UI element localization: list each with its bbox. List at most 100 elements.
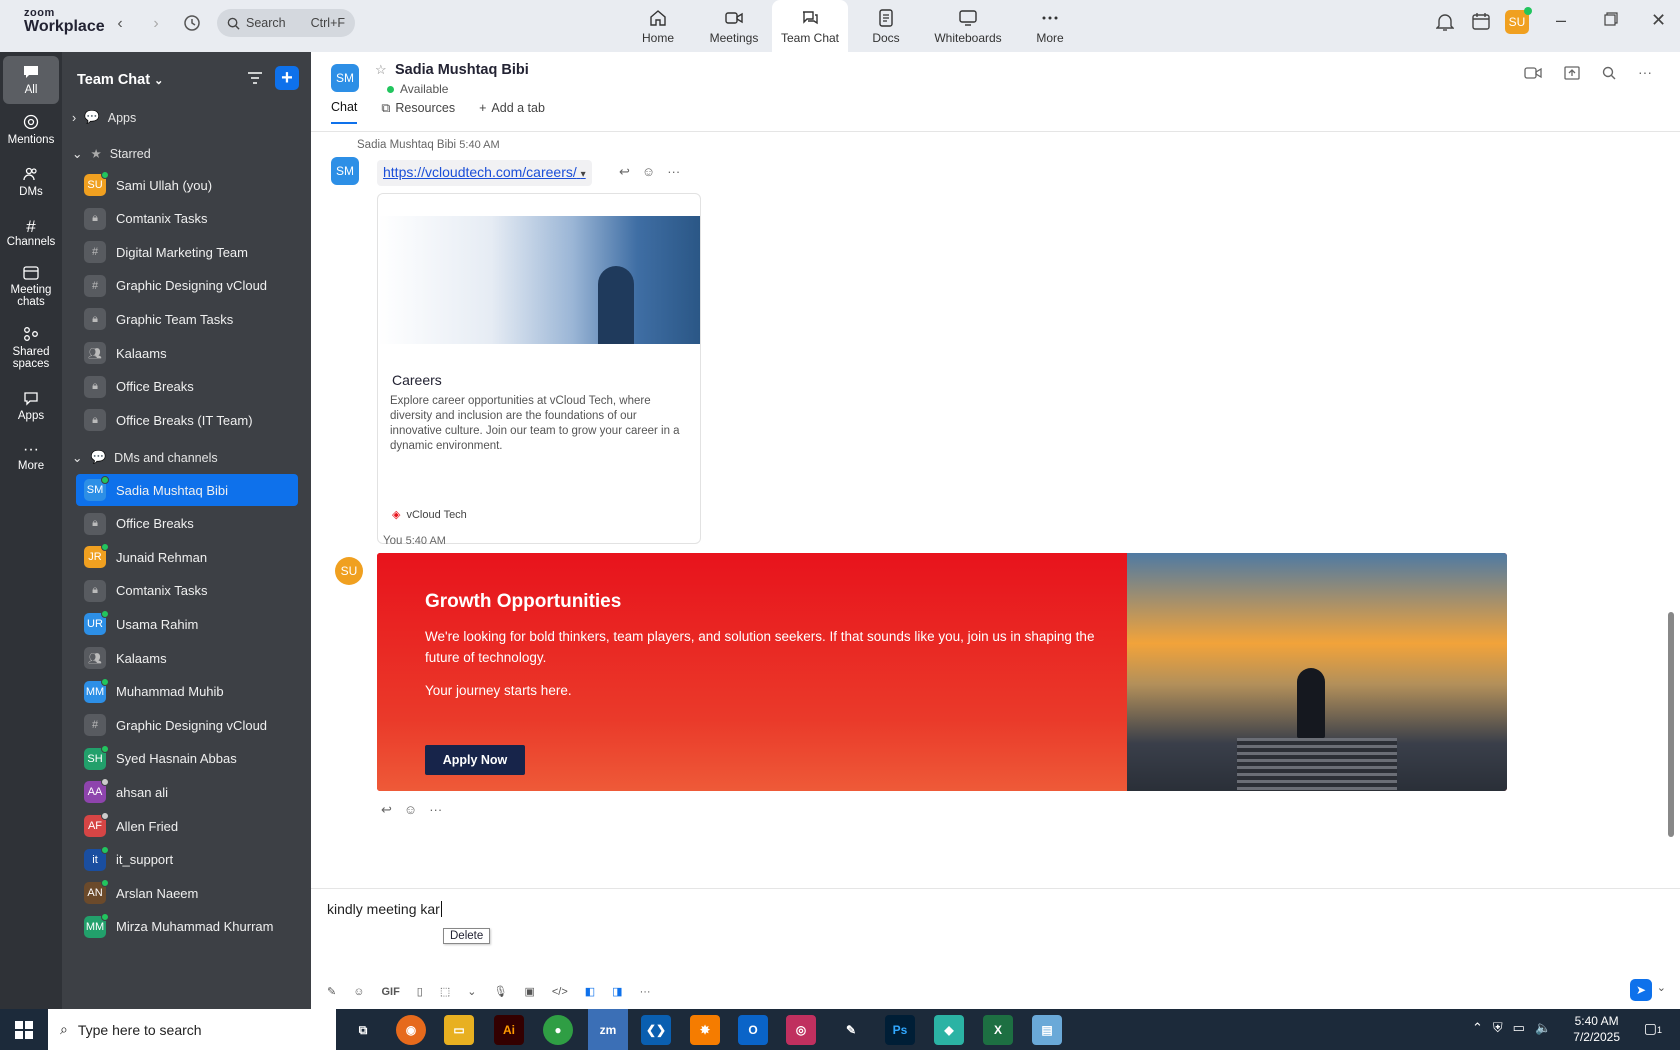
star-icon[interactable]: ☆ [375,62,387,78]
file-explorer-icon[interactable]: ▭ [444,1015,474,1045]
nav-more[interactable]: More [1012,0,1088,52]
sidebar-item[interactable]: 🔒︎ Graphic Team Tasks [76,303,298,335]
section-dms-channels[interactable]: ⌄ 💬 DMs and channels [72,450,218,465]
minimize-button[interactable]: – [1556,10,1566,31]
rail-more[interactable]: ··· More [1,432,61,484]
nav-docs[interactable]: Docs [848,0,924,52]
taskbar-clock[interactable]: 5:40 AM 7/2/2025 [1573,1013,1620,1045]
rail-shared-spaces[interactable]: Shared spaces [1,322,61,374]
new-chat-button[interactable]: + [275,66,299,90]
sidebar-item[interactable]: MM Muhammad Muhib [76,676,298,708]
sidebar-item[interactable]: 🔒︎ Office Breaks (IT Team) [76,404,298,436]
nav-home[interactable]: Home [620,0,696,52]
reply-icon[interactable]: ↩ [381,802,392,818]
rail-dms[interactable]: DMs [1,156,61,208]
video-call-icon[interactable] [1524,66,1542,80]
send-button[interactable]: ➤ [1630,979,1652,1001]
composer-input[interactable]: kindly meeting kar [327,901,442,917]
screenshot-icon[interactable]: ⬚ [440,985,450,998]
taskbar-search[interactable]: ⌕ Type here to search [48,1009,336,1050]
tab-resources[interactable]: ⧉ Resources [381,100,455,124]
whiteboard-icon[interactable]: ◨ [612,985,622,998]
filter-icon[interactable] [247,71,263,85]
photoshop-icon[interactable]: Ps [885,1015,915,1045]
notepad-icon[interactable]: ▤ [1032,1015,1062,1045]
emoji-icon[interactable]: ☺ [642,164,655,180]
sidebar-header[interactable]: Team Chat ⌄ [77,72,163,88]
security-icon[interactable]: ⛨ [1493,1020,1503,1036]
sidebar-item[interactable]: MM Mirza Muhammad Khurram [76,911,298,943]
tab-chat[interactable]: Chat [331,100,358,124]
more-icon[interactable]: ··· [667,164,680,180]
nav-meetings[interactable]: Meetings [696,0,772,52]
chevron-down-icon[interactable]: ⌄ [467,985,476,998]
excel-icon[interactable]: X [983,1015,1013,1045]
rail-channels[interactable]: # Channels [1,208,61,260]
sidebar-item[interactable]: SM Sadia Mushtaq Bibi [76,474,298,506]
caret-down-icon[interactable]: ▾ [581,169,586,180]
sidebar-item[interactable]: 🔒︎ Office Breaks [76,508,298,540]
user-avatar[interactable]: SU [1505,7,1532,34]
back-arrow-icon[interactable]: ‹ [110,14,130,34]
link-text[interactable]: https://vcloudtech.com/careers/ [383,164,577,180]
gif-button[interactable]: GIF [381,986,399,998]
search-bar[interactable]: Search Ctrl+F [217,9,355,37]
volume-icon[interactable]: 🔈 [1535,1020,1551,1036]
chrome-icon[interactable]: ● [543,1015,573,1045]
firefox-icon[interactable]: ◉ [396,1015,426,1045]
sidebar-item[interactable]: 👥︎ Kalaams [76,642,298,674]
sidebar-item[interactable]: AN Arslan Naeem [76,877,298,909]
sender-name[interactable]: Sadia Mushtaq Bibi [357,139,456,151]
sidebar-item[interactable]: AA ahsan ali [76,776,298,808]
close-button[interactable]: ✕ [1651,10,1666,31]
microphone-icon[interactable]: 🎙 [493,985,507,998]
sidebar-item[interactable]: 👥︎ Kalaams [76,337,298,369]
rail-meeting-chats[interactable]: Meeting chats [1,260,61,312]
message-composer[interactable]: kindly meeting kar Delete ✎ ☺ GIF ▯ ⬚ ⌄ … [311,888,1680,1009]
send-options-icon[interactable]: ⌄ [1657,981,1666,994]
link-preview-card[interactable]: Careers Explore career opportunities at … [377,193,701,544]
sidebar-item[interactable]: # Graphic Designing vCloud [76,270,298,302]
more-options-icon[interactable]: ··· [1638,65,1652,80]
zoom-app-icon[interactable]: zm [588,1009,628,1050]
contact-name[interactable]: Sadia Mushtaq Bibi [395,62,529,78]
history-icon[interactable] [182,14,202,34]
scrollbar[interactable] [1668,612,1674,837]
search-icon[interactable] [1602,66,1616,80]
app-icon[interactable]: ◆ [934,1015,964,1045]
section-apps[interactable]: › 💬 Apps [72,110,136,125]
reply-icon[interactable]: ↩ [619,164,630,180]
rail-all[interactable]: All [3,56,59,104]
task-view-icon[interactable]: ⧉ [348,1015,378,1045]
outlook-icon[interactable]: O [738,1015,768,1045]
emoji-icon[interactable]: ☺ [353,986,364,998]
nav-whiteboards[interactable]: Whiteboards [924,0,1012,52]
sidebar-item[interactable]: JR Junaid Rehman [76,541,298,573]
nav-team-chat[interactable]: Team Chat [772,0,848,52]
sender-avatar[interactable]: SM [331,157,359,185]
sender-name[interactable]: You [383,535,402,547]
image-attachment[interactable]: Growth Opportunities We're looking for b… [377,553,1507,791]
maximize-button[interactable] [1604,12,1618,29]
network-icon[interactable]: ▭ [1513,1020,1525,1036]
file-icon[interactable]: ▯ [417,985,423,998]
rail-mentions[interactable]: Mentions [1,104,61,156]
chevron-up-icon[interactable]: ⌃ [1472,1020,1483,1036]
forward-arrow-icon[interactable]: › [146,14,166,34]
sidebar-item[interactable]: SH Syed Hasnain Abbas [76,743,298,775]
share-screen-icon[interactable] [1564,66,1580,80]
more-icon[interactable]: ··· [640,986,651,998]
tab-add[interactable]: + Add a tab [479,100,545,124]
message-link[interactable]: https://vcloudtech.com/careers/ ▾ [377,160,592,186]
vscode-icon[interactable]: ❮❯ [641,1015,671,1045]
notification-icon[interactable]: ▢1 [1644,1020,1662,1037]
bell-icon[interactable] [1435,12,1455,35]
sidebar-item[interactable]: SU Sami Ullah (you) [76,169,298,201]
sidebar-item[interactable]: 🔒︎ Comtanix Tasks [76,203,298,235]
xampp-icon[interactable]: ✸ [690,1015,720,1045]
rail-apps[interactable]: Apps [1,380,61,432]
sidebar-item[interactable]: 🔒︎ Office Breaks [76,371,298,403]
format-icon[interactable]: ✎ [327,985,336,998]
contact-avatar[interactable]: SM [331,64,359,92]
emoji-icon[interactable]: ☺ [404,802,417,818]
